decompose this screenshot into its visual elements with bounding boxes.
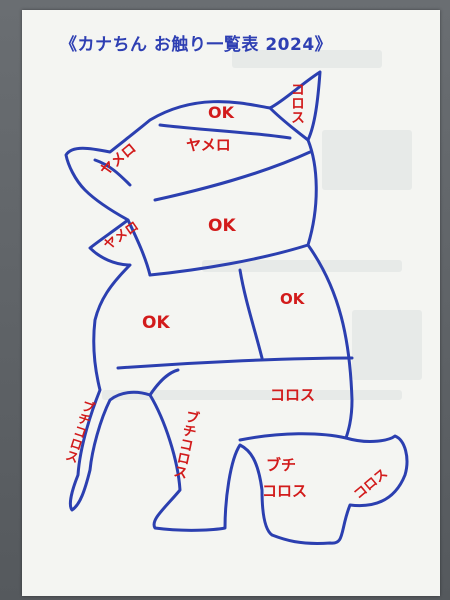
eye-line [153,150,312,202]
neck-line [148,243,310,277]
region-label-neck: OK [208,216,236,236]
chest-divider [238,268,264,360]
dog-outline [64,70,409,545]
belly-top-line [116,356,354,370]
region-label-hind-leg-2: コロス [262,482,308,500]
dog-drawing [64,70,409,545]
region-label-back: OK [142,313,170,333]
region-label-hind-leg-1: ブチ [266,456,297,474]
belly-bottom-line [238,432,348,442]
region-label-ear: コロス [289,82,305,124]
region-label-belly: コロス [270,386,316,404]
region-label-top-head: OK [208,103,234,122]
region-label-head: ヤメロ [186,136,231,154]
front-leg-divider [148,368,180,397]
region-label-chest: OK [280,290,305,308]
